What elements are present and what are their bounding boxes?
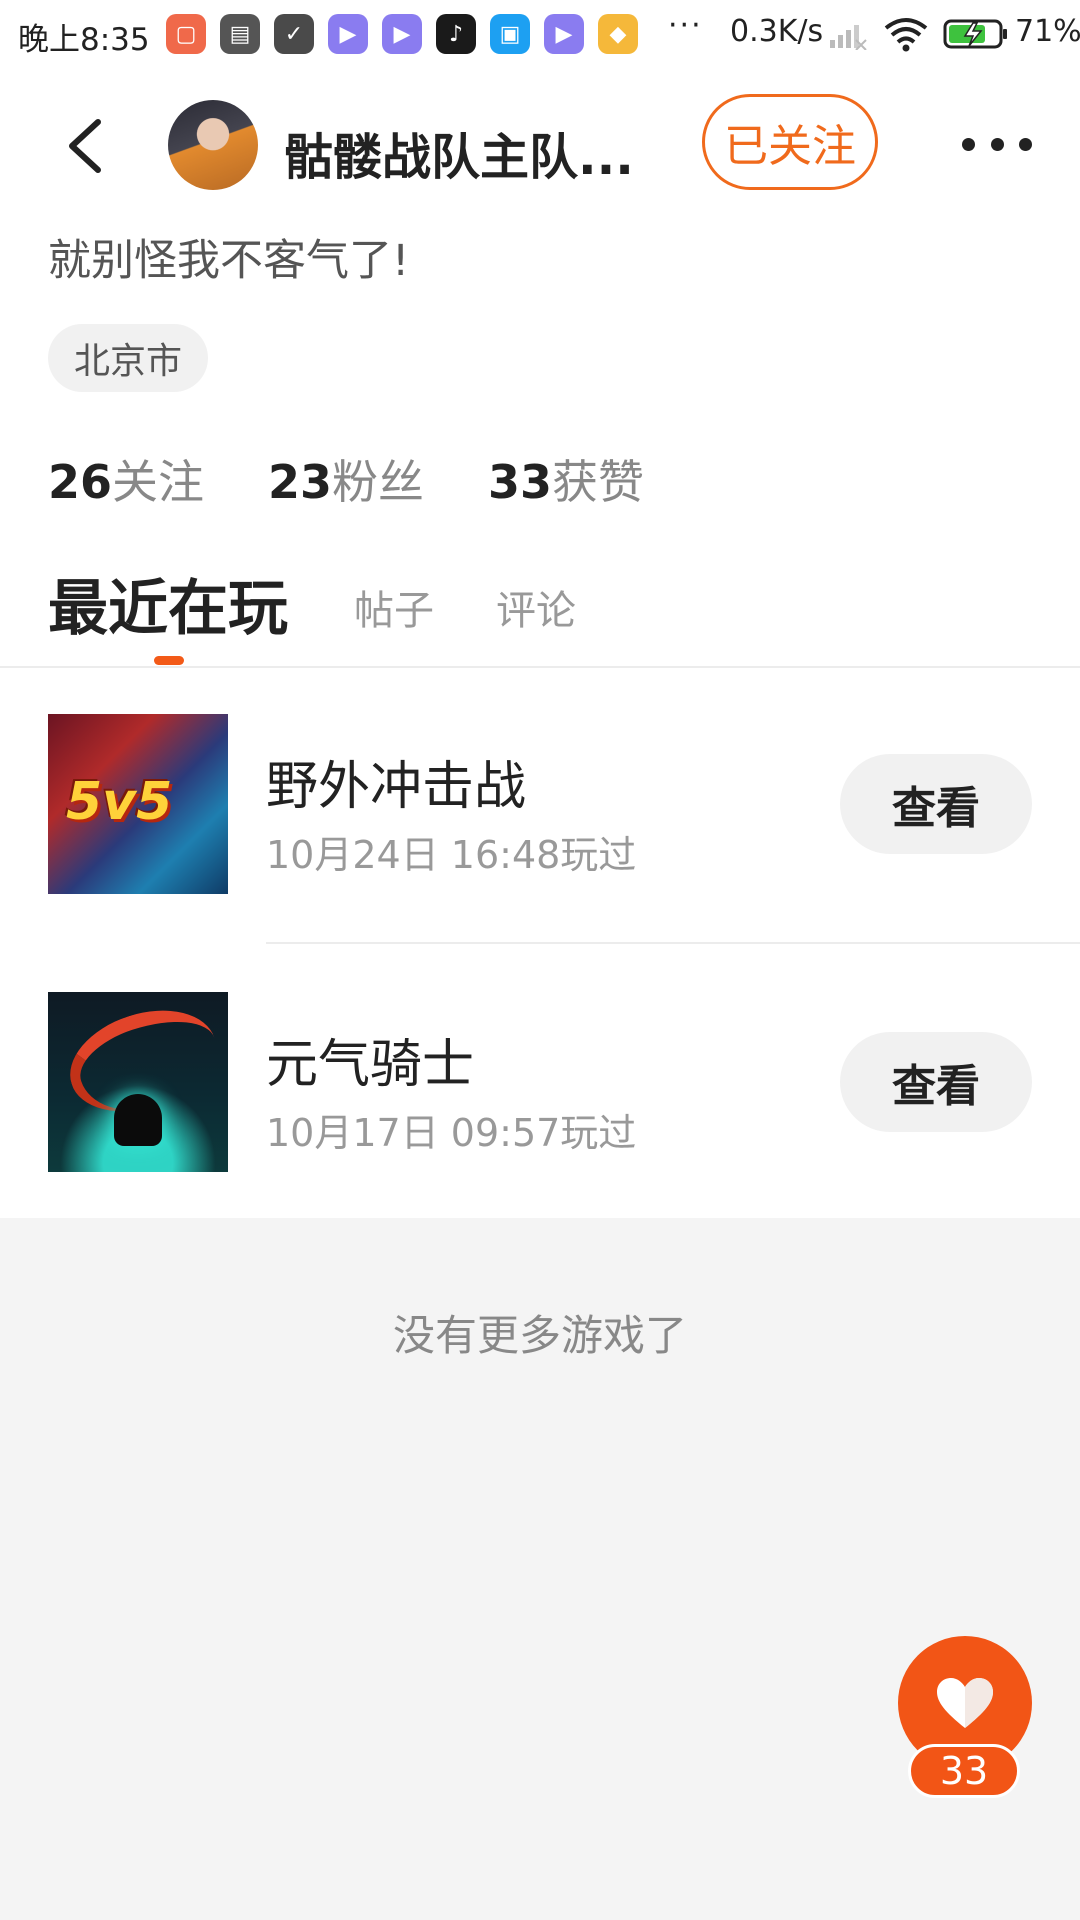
game-cover[interactable] [48, 992, 228, 1172]
wifi-icon [884, 18, 928, 52]
fans-count: 23 [268, 455, 333, 509]
battery-icon [943, 19, 1007, 49]
no-more-games-text: 没有更多游戏了 [392, 1311, 687, 1360]
following-count: 26 [48, 455, 113, 509]
network-speed: 0.3K/s [730, 14, 824, 49]
game-name: 野外冲击战 [266, 757, 527, 817]
video-player-2-icon: ▶ [382, 14, 422, 54]
list-item[interactable]: 5v5 野外冲击战 10月24日 16:48玩过 查看 [0, 714, 1080, 894]
fans-label: 粉丝 [332, 455, 425, 509]
like-count-badge: 33 [908, 1744, 1020, 1798]
game-name: 元气骑士 [266, 1035, 475, 1095]
list-item[interactable]: 元气骑士 10月17日 09:57玩过 查看 [0, 992, 1080, 1172]
profile-tabs: 最近在玩 帖子 评论 [48, 564, 1048, 665]
mi-icon: ▤ [220, 14, 260, 54]
tab-comments[interactable]: 评论 [496, 578, 576, 636]
played-time: 10月17日 09:57玩过 [266, 1111, 637, 1155]
status-time: 晚上8:35 [18, 22, 150, 58]
back-icon[interactable] [64, 118, 108, 174]
view-button[interactable]: 查看 [840, 754, 1032, 854]
game-center-icon: ◆ [598, 14, 638, 54]
fans-stat[interactable]: 23 粉丝 [268, 446, 424, 512]
more-options-icon[interactable] [962, 122, 1032, 166]
douyin-icon: ♪ [436, 14, 476, 54]
likes-count: 33 [488, 455, 553, 509]
app-store-icon: ▢ [166, 14, 206, 54]
user-nickname: 骷髅战队主队... [284, 129, 634, 186]
knight-art [114, 1094, 162, 1146]
played-time: 10月24日 16:48玩过 [266, 833, 637, 877]
video-player-icon: ▶ [328, 14, 368, 54]
divider [266, 942, 1080, 944]
signal-icon [830, 25, 867, 50]
following-button[interactable]: 已关注 [702, 94, 878, 190]
more-notifications-icon: ··· [668, 8, 703, 43]
heart-icon [937, 1678, 993, 1728]
video-player-3-icon: ▶ [544, 14, 584, 54]
likes-label: 获赞 [552, 455, 645, 509]
battery-percent: 71% [1015, 14, 1080, 49]
status-bar: 晚上8:35 ▢ ▤ ✓ ▶ ▶ ♪ ▣ ▶ ◆ ··· 0.3K/s 71% [0, 0, 1080, 72]
tab-posts[interactable]: 帖子 [354, 578, 434, 636]
divider [0, 666, 1080, 668]
following-stat[interactable]: 26 关注 [48, 446, 204, 512]
active-tab-indicator [154, 656, 184, 665]
location-tag: 北京市 [48, 324, 209, 392]
chat-app-icon: ▣ [490, 14, 530, 54]
game-cover[interactable]: 5v5 [48, 714, 228, 894]
check-app-icon: ✓ [274, 14, 314, 54]
user-bio: 就别怪我不客气了! [48, 236, 410, 286]
following-label: 关注 [112, 455, 205, 509]
profile-stats: 26 关注 23 粉丝 33 获赞 [48, 446, 644, 512]
tab-recently-played[interactable]: 最近在玩 [48, 560, 288, 647]
game-cover-text: 5v5 [66, 772, 173, 832]
avatar[interactable] [168, 100, 258, 190]
view-button[interactable]: 查看 [840, 1032, 1032, 1132]
notification-icons: ▢ ▤ ✓ ▶ ▶ ♪ ▣ ▶ ◆ [166, 14, 638, 54]
likes-stat: 33 获赞 [488, 446, 644, 512]
